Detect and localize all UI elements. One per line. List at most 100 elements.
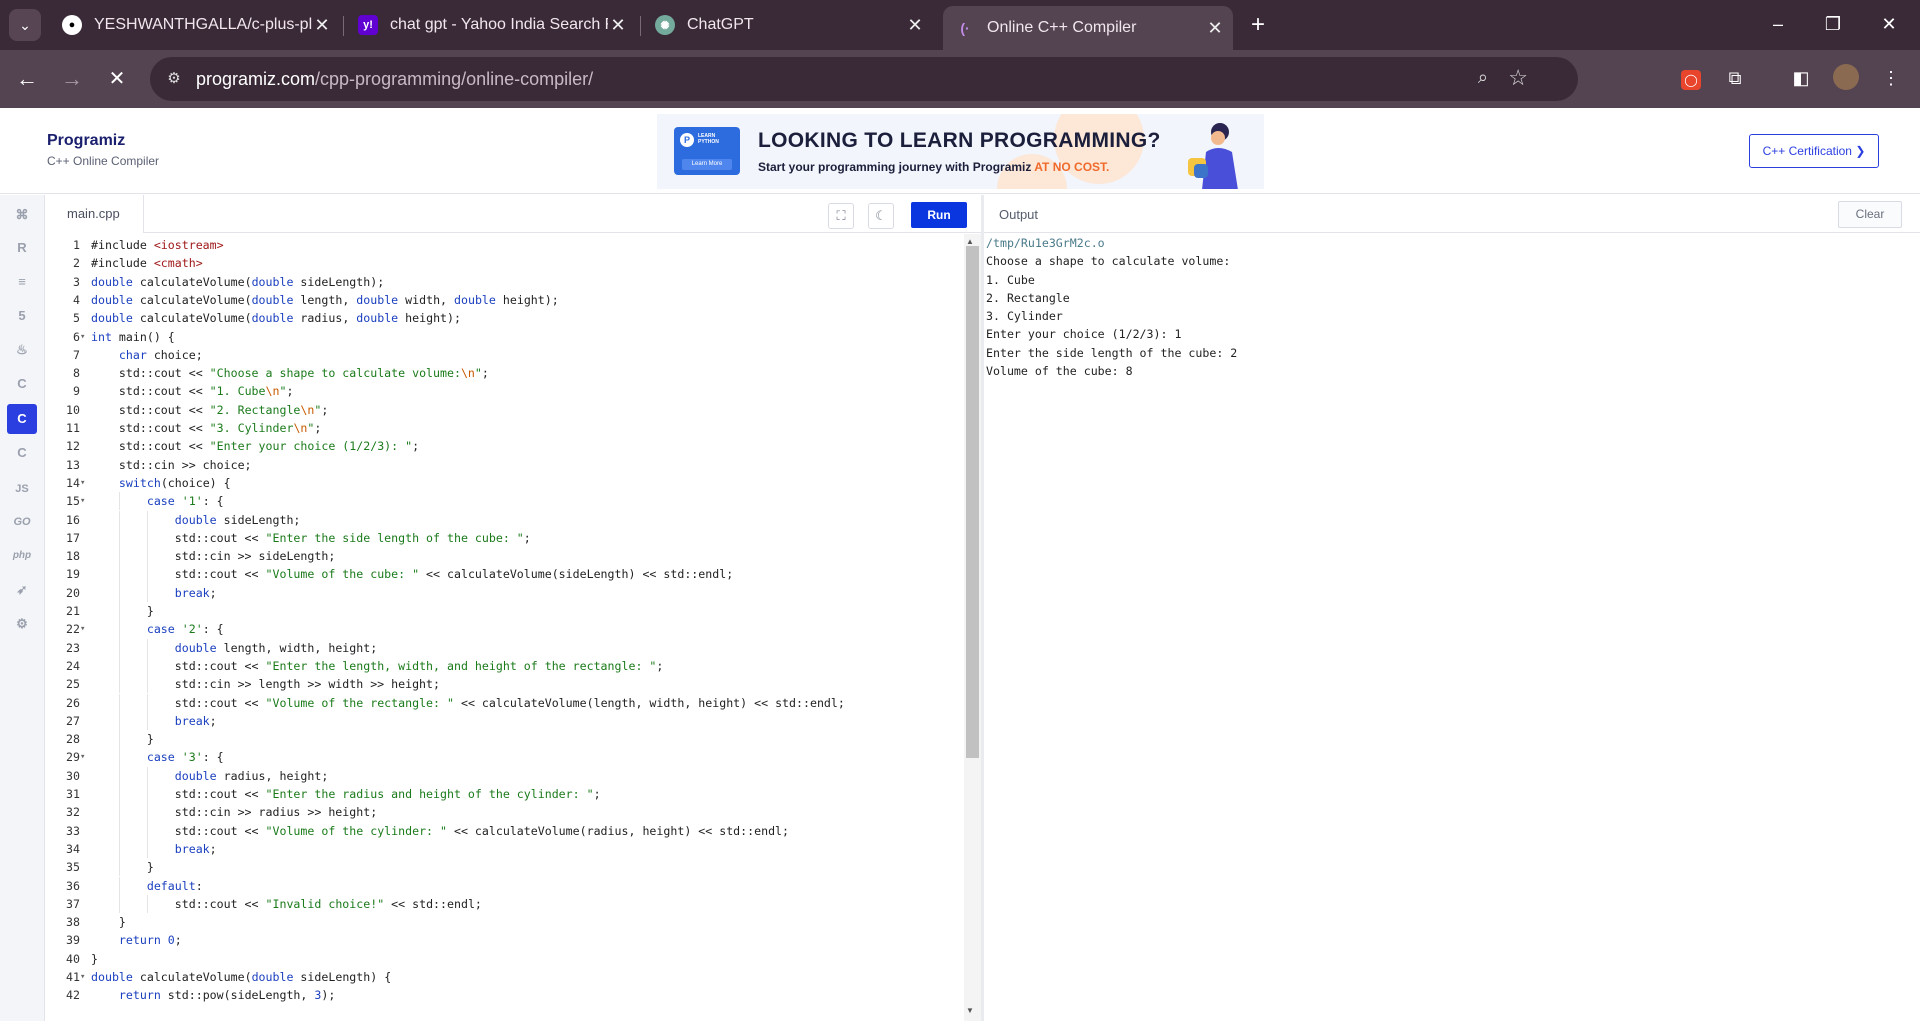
code-line[interactable]: 7 char choice; <box>46 346 964 364</box>
language-javascript-icon[interactable]: JS <box>7 474 37 504</box>
extension-record-icon[interactable]: ◯ <box>1677 64 1705 92</box>
close-icon[interactable]: ✕ <box>312 15 332 36</box>
code-line[interactable]: 17 std::cout << "Enter the side length o… <box>46 528 964 548</box>
language-python-icon[interactable]: ⌘ <box>7 200 37 230</box>
fold-arrow-icon[interactable]: ▾ <box>80 492 90 510</box>
code-line[interactable]: 38 } <box>46 913 964 931</box>
stop-loading-button[interactable]: ✕ <box>101 63 133 95</box>
extensions-puzzle-icon[interactable]: ⧉ <box>1721 64 1749 92</box>
fold-arrow-icon[interactable]: ▾ <box>80 748 90 766</box>
pane-divider[interactable] <box>981 195 984 1021</box>
language-csharp-icon[interactable]: C <box>7 438 37 468</box>
code-line[interactable]: 42 return std::pow(sideLength, 3); <box>46 986 964 1004</box>
code-line[interactable]: 24 std::cout << "Enter the length, width… <box>46 656 964 676</box>
clear-button[interactable]: Clear <box>1838 201 1902 228</box>
learn-more-button[interactable]: Learn More <box>682 159 732 170</box>
language-go-icon[interactable]: GO <box>7 507 37 537</box>
close-icon[interactable]: ✕ <box>608 15 628 36</box>
address-bar[interactable]: ⚙ programiz.com/cpp-programming/online-c… <box>150 57 1578 101</box>
scroll-down-arrow-icon[interactable]: ▼ <box>966 1006 974 1015</box>
code-line[interactable]: 29 ▾ case '3': { <box>46 748 964 767</box>
code-line[interactable]: 40} <box>46 950 964 968</box>
url-text[interactable]: programiz.com/cpp-programming/online-com… <box>196 69 593 90</box>
code-line[interactable]: 9 std::cout << "1. Cube\n"; <box>46 382 964 400</box>
code-line[interactable]: 25 std::cin >> length >> width >> height… <box>46 675 964 694</box>
output-console[interactable]: /tmp/Ru1e3GrM2c.o Choose a shape to calcu… <box>986 234 1916 380</box>
code-line[interactable]: 11 std::cout << "3. Cylinder\n"; <box>46 419 964 437</box>
window-close-button[interactable]: ✕ <box>1866 8 1912 40</box>
code-line[interactable]: 12 std::cout << "Enter your choice (1/2/… <box>46 437 964 455</box>
code-line[interactable]: 10 std::cout << "2. Rectangle\n"; <box>46 401 964 419</box>
restore-button[interactable]: ❐ <box>1810 8 1856 40</box>
code-line[interactable]: 4 double calculateVolume(double length, d… <box>46 291 964 309</box>
new-tab-button[interactable]: + <box>1243 10 1273 40</box>
code-line[interactable]: 31 std::cout << "Enter the radius and he… <box>46 785 964 804</box>
code-line[interactable]: 20 break; <box>46 583 964 602</box>
back-button[interactable]: ← <box>11 63 43 95</box>
editor-scrollbar-thumb[interactable] <box>966 246 979 758</box>
language-java-icon[interactable]: ♨ <box>7 335 37 365</box>
close-icon[interactable]: ✕ <box>905 15 925 36</box>
side-panel-icon[interactable]: ◧ <box>1787 64 1815 92</box>
code-line[interactable]: 35 } <box>46 858 964 877</box>
code-line[interactable]: 19 std::cout << "Volume of the cube: " <… <box>46 565 964 584</box>
programiz-logo[interactable]: Programiz C++ Online Compiler <box>47 132 159 168</box>
code-line[interactable]: 27 break; <box>46 711 964 731</box>
tab-yahoo[interactable]: y! chat gpt - Yahoo India Search Results… <box>346 6 636 44</box>
dark-mode-icon[interactable]: ☾ <box>868 203 894 229</box>
code-line[interactable]: 37 std::cout << "Invalid choice!" << std… <box>46 894 964 914</box>
profile-avatar[interactable] <box>1832 64 1860 92</box>
code-line[interactable]: 2 #include <cmath> <box>46 254 964 272</box>
file-tab-main-cpp[interactable]: main.cpp <box>46 195 144 233</box>
code-line[interactable]: 28 } <box>46 730 964 749</box>
language-php-icon[interactable]: php <box>7 541 37 571</box>
promo-banner[interactable]: P LEARN PYTHON Learn More LOOKING TO LEAR… <box>657 114 1264 189</box>
fold-arrow-icon[interactable]: ▾ <box>80 474 90 492</box>
forward-button[interactable]: → <box>56 63 88 95</box>
language-c-icon[interactable]: C <box>7 369 37 399</box>
close-icon[interactable]: ✕ <box>1205 18 1225 39</box>
code-line[interactable]: 22 ▾ case '2': { <box>46 620 964 639</box>
run-button[interactable]: Run <box>911 202 967 228</box>
zoom-icon[interactable]: ⌕ <box>1478 67 1488 88</box>
language-html-icon[interactable]: 5 <box>7 301 37 331</box>
bookmark-star-icon[interactable]: ☆ <box>1508 65 1528 91</box>
language-r-icon[interactable]: R <box>7 233 37 263</box>
code-line[interactable]: 13 std::cin >> choice; <box>46 456 964 474</box>
code-line[interactable]: 18 std::cin >> sideLength; <box>46 547 964 566</box>
code-line[interactable]: 1 #include <iostream> <box>46 236 964 254</box>
code-line[interactable]: 39 return 0; <box>46 931 964 949</box>
tab-search-button[interactable]: ⌄ <box>9 9 41 41</box>
code-editor[interactable]: 1 #include <iostream> 2 #include <cmath> 3 do… <box>46 234 964 1021</box>
code-line[interactable]: 23 double length, width, height; <box>46 638 964 657</box>
minimize-button[interactable]: – <box>1755 8 1801 40</box>
tab-chatgpt[interactable]: ✺ ChatGPT ✕ <box>643 6 933 44</box>
language-rust-icon[interactable]: ⚙ <box>7 609 37 639</box>
certification-button[interactable]: C++ Certification ❯ <box>1749 134 1879 168</box>
code-line[interactable]: 16 double sideLength; <box>46 510 964 529</box>
language-cpp-icon[interactable]: C <box>7 404 37 434</box>
code-line[interactable]: 26 std::cout << "Volume of the rectangle… <box>46 693 964 712</box>
fold-arrow-icon[interactable]: ▾ <box>80 968 90 986</box>
language-sql-icon[interactable]: ≡ <box>7 267 37 297</box>
site-info-icon[interactable]: ⚙ <box>162 67 186 91</box>
code-line[interactable]: 41 ▾ double calculateVolume(double sideLen… <box>46 968 964 986</box>
code-line[interactable]: 14 ▾ switch(choice) { <box>46 474 964 492</box>
code-line[interactable]: 34 break; <box>46 839 964 859</box>
fullscreen-icon[interactable]: ⛶ <box>828 203 854 229</box>
code-line[interactable]: 3 double calculateVolume(double sideLengt… <box>46 273 964 291</box>
tab-online-compiler[interactable]: (· Online C++ Compiler ✕ <box>943 6 1233 50</box>
scroll-up-arrow-icon[interactable]: ▲ <box>966 237 974 246</box>
tab-github[interactable]: ● YESHWANTHGALLA/c-plus-plus ✕ <box>50 6 340 44</box>
fold-arrow-icon[interactable]: ▾ <box>80 328 90 346</box>
code-line[interactable]: 21 } <box>46 602 964 621</box>
fold-arrow-icon[interactable]: ▾ <box>80 620 90 638</box>
code-line[interactable]: 6 ▾ int main() { <box>46 328 964 346</box>
code-line[interactable]: 5 double calculateVolume(double radius, d… <box>46 309 964 327</box>
code-line[interactable]: 32 std::cin >> radius >> height; <box>46 803 964 822</box>
code-line[interactable]: 33 std::cout << "Volume of the cylinder:… <box>46 821 964 840</box>
browser-menu-icon[interactable]: ⋮ <box>1877 64 1905 92</box>
language-swift-icon[interactable]: ➶ <box>7 575 37 605</box>
code-line[interactable]: 30 double radius, height; <box>46 766 964 785</box>
code-line[interactable]: 15 ▾ case '1': { <box>46 492 964 511</box>
